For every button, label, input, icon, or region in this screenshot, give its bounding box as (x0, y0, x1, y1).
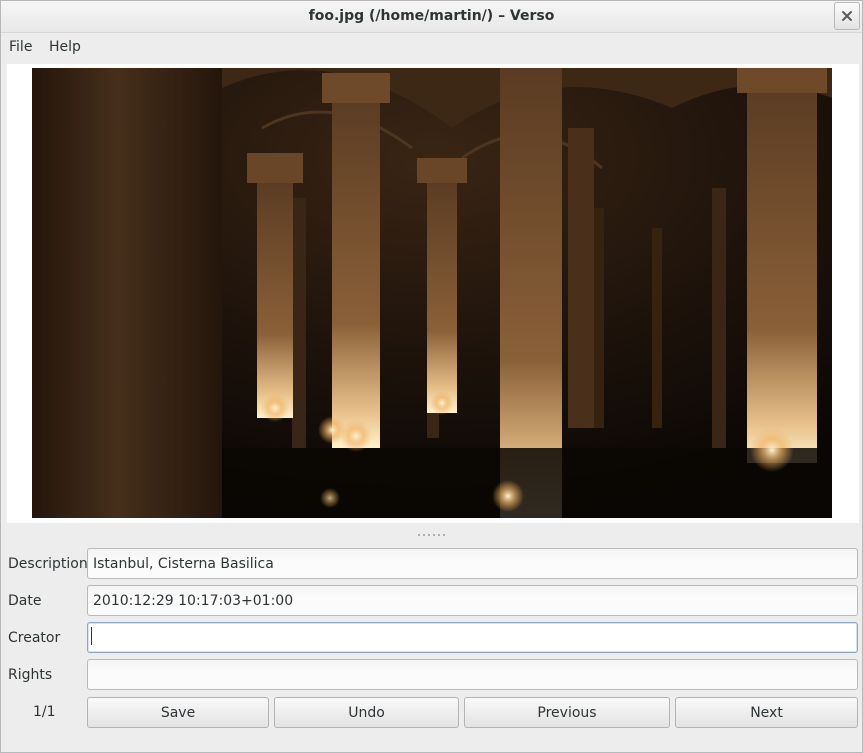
menu-file[interactable]: File (9, 39, 32, 55)
app-window: foo.jpg (/home/martin/) – Verso File Hel… (0, 0, 863, 753)
next-button[interactable]: Next (675, 697, 858, 728)
window-title: foo.jpg (/home/martin/) – Verso (308, 8, 555, 24)
save-button[interactable]: Save (87, 697, 269, 728)
undo-button[interactable]: Undo (274, 697, 459, 728)
menu-bar: File Help (1, 34, 862, 62)
date-field[interactable] (87, 585, 858, 616)
creator-field[interactable] (87, 622, 858, 653)
title-bar: foo.jpg (/home/martin/) – Verso (1, 1, 862, 33)
description-label: Description (8, 556, 88, 572)
menu-help[interactable]: Help (49, 39, 81, 55)
pane-resize-handle[interactable] (418, 532, 448, 538)
close-button[interactable] (834, 2, 860, 30)
photo-image (32, 68, 832, 518)
rights-field[interactable] (87, 659, 858, 690)
date-label: Date (8, 593, 42, 609)
description-field[interactable] (87, 548, 858, 579)
close-icon (841, 10, 853, 22)
creator-label: Creator (8, 630, 61, 646)
image-viewer (7, 64, 859, 523)
previous-button[interactable]: Previous (464, 697, 670, 728)
text-caret (91, 627, 92, 645)
rights-label: Rights (8, 667, 53, 683)
image-counter: 1/1 (33, 704, 56, 720)
